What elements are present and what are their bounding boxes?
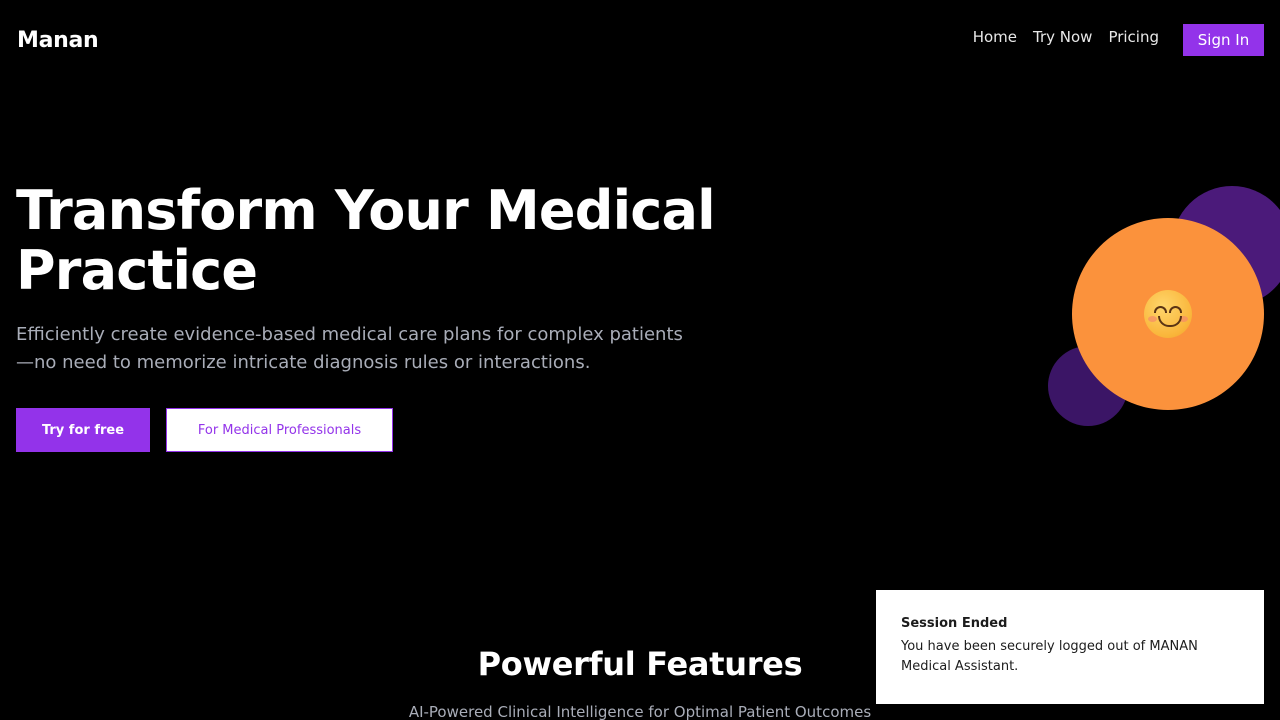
for-medical-professionals-button[interactable]: For Medical Professionals xyxy=(166,408,393,452)
nav-try-now-link[interactable]: Try Now xyxy=(1033,28,1092,46)
try-for-free-button[interactable]: Try for free xyxy=(16,408,150,452)
nav-home-link[interactable]: Home xyxy=(973,28,1017,46)
session-ended-toast[interactable]: Session Ended You have been securely log… xyxy=(876,590,1264,704)
sign-in-button[interactable]: Sign In xyxy=(1183,24,1264,56)
smiling-face-icon xyxy=(1144,290,1192,338)
hero-title: Transform Your Medical Practice xyxy=(16,179,716,302)
landing-page: Manan Home Try Now Pricing Sign In Trans… xyxy=(0,0,1280,720)
features-subtitle: AI-Powered Clinical Intelligence for Opt… xyxy=(408,703,872,720)
toast-message: You have been securely logged out of MAN… xyxy=(901,639,1198,674)
top-nav: Home Try Now Pricing Sign In xyxy=(957,24,1264,56)
nav-pricing-link[interactable]: Pricing xyxy=(1108,28,1159,46)
brand-logo[interactable]: Manan xyxy=(17,28,99,53)
hero-illustration-circle xyxy=(1072,218,1264,410)
hero-subtitle: Efficiently create evidence-based medica… xyxy=(16,324,683,373)
toast-title: Session Ended xyxy=(901,616,1008,631)
